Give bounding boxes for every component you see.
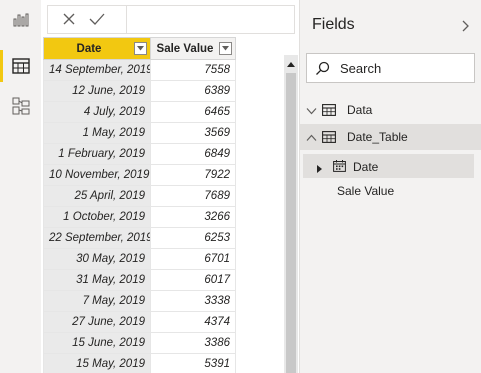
checkmark-icon[interactable]: [88, 12, 106, 26]
cell-date[interactable]: 14 September, 2019: [43, 59, 151, 81]
table-row[interactable]: 30 May, 2019 6701: [43, 248, 236, 270]
scroll-up-arrow-icon[interactable]: [284, 57, 298, 71]
calendar-icon: [333, 160, 346, 175]
cell-sale-value[interactable]: 3386: [150, 332, 236, 354]
collapse-pane-chevron-icon[interactable]: [462, 19, 470, 37]
field-item-date[interactable]: Date: [303, 154, 474, 178]
cell-sale-value[interactable]: 7689: [150, 185, 236, 207]
cell-sale-value[interactable]: 7558: [150, 59, 236, 81]
table-item-data[interactable]: Data: [300, 97, 481, 123]
field-item-sale-value[interactable]: Sale Value: [337, 184, 394, 198]
cell-date[interactable]: 15 May, 2019: [43, 353, 151, 373]
table-row[interactable]: 22 September, 2019 6253: [43, 227, 236, 249]
cell-sale-value[interactable]: 6253: [150, 227, 236, 249]
table-item-label: Data: [347, 103, 373, 117]
cell-date[interactable]: 31 May, 2019: [43, 269, 151, 291]
view-rail: [0, 0, 42, 373]
scrollbar-thumb[interactable]: [286, 73, 296, 373]
table-row[interactable]: 7 May, 2019 3338: [43, 290, 236, 312]
cell-date[interactable]: 1 February, 2019: [43, 143, 151, 165]
bar-chart-icon: [13, 13, 29, 27]
cell-sale-value[interactable]: 6701: [150, 248, 236, 270]
table-row[interactable]: 4 July, 2019 6465: [43, 101, 236, 123]
cell-date[interactable]: 27 June, 2019: [43, 311, 151, 333]
table-icon: [322, 131, 336, 146]
cell-date[interactable]: 15 June, 2019: [43, 332, 151, 354]
close-icon[interactable]: [62, 12, 76, 26]
table-row[interactable]: 1 February, 2019 6849: [43, 143, 236, 165]
table-row[interactable]: 15 May, 2019 5391: [43, 353, 236, 373]
table-grid-icon: [11, 58, 30, 74]
search-icon: [315, 61, 330, 81]
cell-date[interactable]: 1 October, 2019: [43, 206, 151, 228]
table-item-date-table[interactable]: Date_Table: [300, 124, 481, 150]
cell-date[interactable]: 4 July, 2019: [43, 101, 151, 123]
field-item-label: Date: [353, 160, 379, 174]
cell-date[interactable]: 30 May, 2019: [43, 248, 151, 270]
column-header-label: Date: [76, 42, 102, 55]
table-row[interactable]: 27 June, 2019 4374: [43, 311, 236, 333]
formula-input[interactable]: [132, 12, 288, 26]
cell-sale-value[interactable]: 3338: [150, 290, 236, 312]
report-view-button[interactable]: [0, 0, 41, 40]
cell-date[interactable]: 10 November, 2019: [43, 164, 151, 186]
column-header-sale-value[interactable]: Sale Value: [150, 37, 236, 60]
table-row[interactable]: 14 September, 2019 7558: [43, 59, 236, 81]
cell-sale-value[interactable]: 6389: [150, 80, 236, 102]
table-row[interactable]: 31 May, 2019 6017: [43, 269, 236, 291]
cell-sale-value[interactable]: 5391: [150, 353, 236, 373]
model-view-button[interactable]: [0, 86, 41, 126]
cell-sale-value[interactable]: 7922: [150, 164, 236, 186]
cell-date[interactable]: 7 May, 2019: [43, 290, 151, 312]
table-icon: [322, 104, 336, 119]
data-view-area: Date Sale Value 14 September, 2019 7558 …: [41, 0, 299, 373]
cell-sale-value[interactable]: 6465: [150, 101, 236, 123]
cell-sale-value[interactable]: 6849: [150, 143, 236, 165]
data-view-button[interactable]: [0, 46, 41, 86]
search-placeholder: Search: [340, 61, 382, 76]
cell-sale-value[interactable]: 4374: [150, 311, 236, 333]
cell-date[interactable]: 1 May, 2019: [43, 122, 151, 144]
formula-separator: [126, 6, 127, 33]
expand-triangle-icon[interactable]: [317, 162, 322, 176]
column-header-label: Sale Value: [156, 42, 214, 55]
filter-dropdown-icon[interactable]: [219, 42, 232, 55]
fields-pane: Fields Search Data Date_Table Date Sale …: [299, 0, 481, 373]
chevron-up-icon[interactable]: [306, 131, 317, 145]
fields-pane-title: Fields: [312, 16, 355, 33]
table-row[interactable]: 15 June, 2019 3386: [43, 332, 236, 354]
table-row[interactable]: 25 April, 2019 7689: [43, 185, 236, 207]
column-header-date[interactable]: Date: [43, 37, 151, 60]
data-grid: Date Sale Value 14 September, 2019 7558 …: [43, 37, 284, 373]
formula-bar: [47, 5, 295, 34]
table-item-label: Date_Table: [347, 130, 408, 144]
cell-sale-value[interactable]: 6017: [150, 269, 236, 291]
table-row[interactable]: 10 November, 2019 7922: [43, 164, 236, 186]
chevron-down-icon[interactable]: [306, 104, 317, 118]
cell-date[interactable]: 22 September, 2019: [43, 227, 151, 249]
cell-date[interactable]: 12 June, 2019: [43, 80, 151, 102]
fields-search-input[interactable]: Search: [306, 53, 475, 83]
model-diagram-icon: [12, 97, 30, 115]
filter-dropdown-icon[interactable]: [134, 42, 147, 55]
table-row[interactable]: 1 May, 2019 3569: [43, 122, 236, 144]
table-row[interactable]: 1 October, 2019 3266: [43, 206, 236, 228]
cell-sale-value[interactable]: 3266: [150, 206, 236, 228]
cell-date[interactable]: 25 April, 2019: [43, 185, 151, 207]
vertical-scrollbar[interactable]: [284, 55, 298, 373]
table-row[interactable]: 12 June, 2019 6389: [43, 80, 236, 102]
cell-sale-value[interactable]: 3569: [150, 122, 236, 144]
